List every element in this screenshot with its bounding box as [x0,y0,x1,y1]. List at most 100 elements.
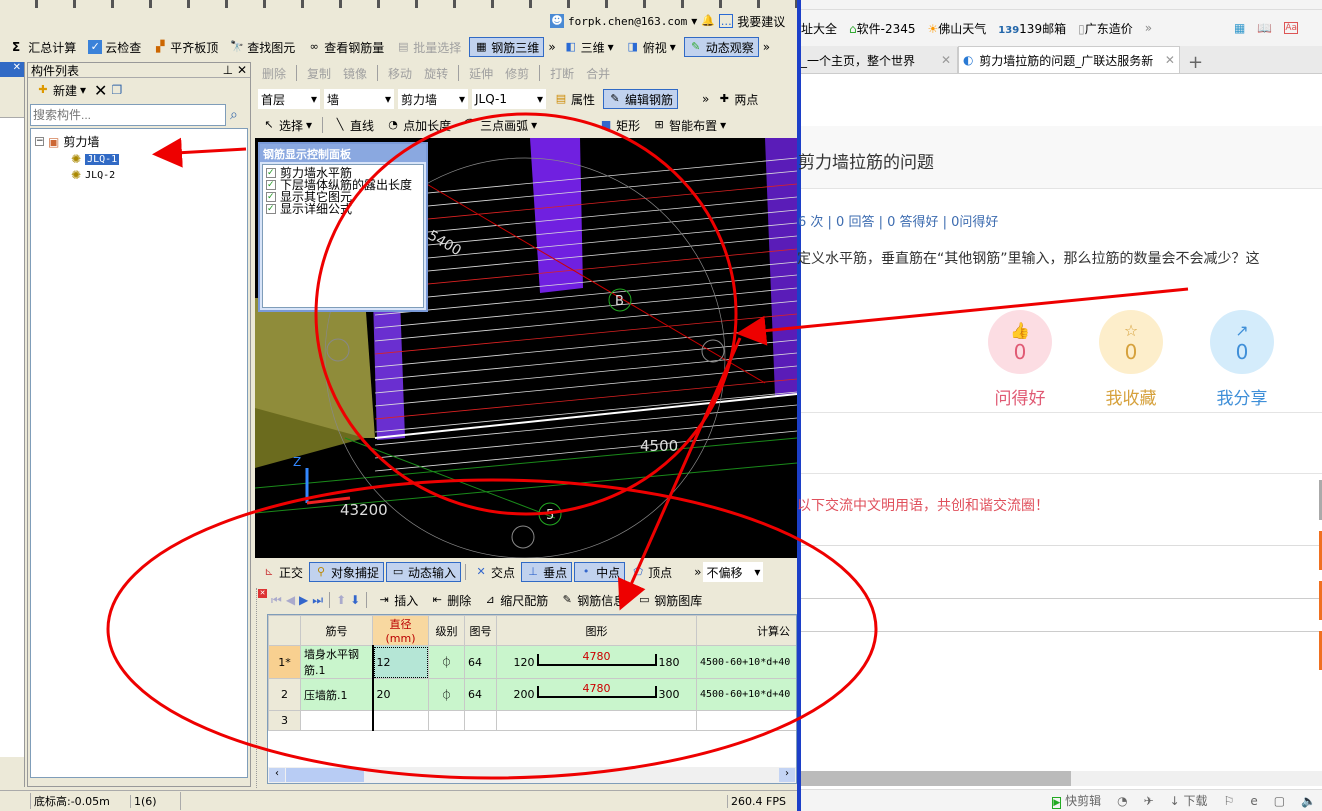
col-header[interactable]: 图形 [496,615,697,646]
user-email[interactable]: forpk.chen@163.com [568,15,687,28]
more-icon[interactable]: » [548,40,555,54]
favorite-circle[interactable]: ☆ 0 [1099,310,1163,374]
table-row[interactable]: 3 [268,710,796,731]
row-index[interactable]: 1* [268,645,301,679]
extend-button[interactable]: 延伸 [465,63,497,83]
col-header[interactable]: 直径(mm) [372,615,429,646]
close-icon[interactable]: ✕ [237,63,247,77]
quick-edit-button[interactable]: ▶ 快剪辑 [1052,792,1101,809]
edit-rebar-button[interactable]: ✎ 编辑钢筋 [603,89,679,109]
cell-grade[interactable]: ⏀ [428,678,465,711]
prev-icon[interactable]: ◀ [286,593,295,607]
copy-button[interactable]: 复制 [303,63,335,83]
action-favorite[interactable]: ☆ 0 我收藏 [1086,310,1176,409]
select-button[interactable]: ↖ 选择 ▾ [258,115,316,135]
point-length-button[interactable]: ◔ 点加长度 [382,115,455,135]
pin-icon[interactable]: ⊥ [223,63,233,77]
table-row[interactable]: 2 压墙筋.1 20 ⏀ 64 200 4780 300 4500-60+10*d+… [268,678,796,711]
break-button[interactable]: 打断 [546,63,578,83]
search-input[interactable] [30,104,226,126]
cell-shape[interactable]: 120 4780 180 [496,645,697,679]
checkbox[interactable]: ✓ [266,180,276,190]
close-icon[interactable]: ✕ [941,53,951,67]
row-index[interactable]: 2 [268,678,301,711]
collapse-icon[interactable]: − [35,137,44,146]
subtype-select[interactable]: 剪力墙 ▾ [398,89,468,109]
new-tab-icon[interactable]: + [1180,52,1211,73]
object-snap-button[interactable]: ⚲ 对象捕捉 [309,562,385,582]
search-icon[interactable]: ⌕ [230,107,238,123]
suggest-link[interactable]: 我要建议 [737,13,785,30]
type-select[interactable]: 墙 ▾ [324,89,394,109]
col-header[interactable]: 级别 [428,615,465,646]
close-icon[interactable]: ✕ [258,589,267,598]
bookmark[interactable]: ⌂软件-2345 [849,20,916,37]
sum-button[interactable]: 汇总计算 [24,37,80,57]
rebar-library-button[interactable]: ▭ 钢筋图库 [633,590,706,610]
cell-diameter[interactable]: 12 [372,645,429,679]
more-icon[interactable]: » [694,565,701,579]
translate-icon[interactable]: Aa [1284,22,1299,34]
cell-shape[interactable] [496,710,697,731]
table-row[interactable]: 1* 墙身水平钢筋.1 12 ⏀ 64 120 4780 180 4500-60+1… [268,645,796,679]
rebar-3d-button[interactable]: ▦ 钢筋三维 [469,37,545,57]
ortho-button[interactable]: ⊾ 正交 [258,562,307,582]
floor-select[interactable]: 首层 ▾ [258,89,320,109]
find-button[interactable]: 🔭 查找图元 [226,37,299,57]
rocket-icon[interactable]: ✈ [1144,794,1154,808]
cell-name[interactable]: 压墙筋.1 [300,678,374,711]
next-icon[interactable]: ▶ [299,593,308,607]
cell-grade[interactable] [428,710,465,731]
bookmark[interactable]: ▯广东造价 [1078,20,1133,37]
cell-figure[interactable] [464,710,497,731]
cell-shape[interactable]: 200 4780 300 [496,678,697,711]
more-icon[interactable]: » [702,92,709,106]
scroll-thumb[interactable] [286,768,364,782]
offset-select[interactable]: 不偏移 ▾ [703,562,764,582]
apps-icon[interactable]: ▦ [1234,21,1245,35]
properties-button[interactable]: ▤ 属性 [550,89,599,109]
rotate-button[interactable]: 旋转 [420,63,452,83]
col-header[interactable]: 图号 [464,615,497,646]
bookmark[interactable]: ☀佛山天气 [928,20,987,37]
cell-diameter[interactable]: 20 [372,678,429,711]
bookmark[interactable]: 139139邮箱 [998,20,1066,37]
cell-formula[interactable]: 4500-60+10*d+40 [696,645,796,679]
arc-button[interactable]: ⌒ 三点画弧 ▾ [459,115,541,135]
address-bar[interactable] [801,0,1322,10]
scroll-right-icon[interactable]: › [779,768,795,782]
col-header[interactable]: 筋号 [300,615,373,646]
tree-item[interactable]: JLQ-2 [85,170,115,181]
3d-viewport[interactable]: 5400 4500 43200 B 5 Z 钢筋显示控制面板 ✓ 剪力墙水平筋 ✓… [255,138,797,558]
checkbox[interactable]: ✓ [266,168,276,178]
close-icon[interactable]: ✕ [13,62,21,73]
close-icon[interactable]: ✕ [1165,53,1175,67]
component-select[interactable]: JLQ-1 ▾ [472,89,546,109]
line-button[interactable]: ╲ 直线 [329,115,378,135]
dropdown-icon[interactable]: ▾ [691,14,697,28]
flag-icon[interactable]: ⚐ [1224,794,1235,808]
checkbox[interactable]: ✓ [266,204,276,214]
share-circle[interactable]: ↗ 0 [1210,310,1274,374]
dynamic-view-button[interactable]: ✎ 动态观察 [683,37,759,57]
col-header[interactable]: 计算公 [696,615,796,646]
cell-diameter[interactable] [372,710,429,731]
horizontal-scrollbar[interactable] [801,771,1322,786]
first-icon[interactable]: ⏮ [271,593,282,608]
cell-name[interactable] [300,710,374,731]
insert-button[interactable]: ⇥ 插入 [373,590,422,610]
window-icon[interactable]: ▢ [1274,794,1285,808]
rebar-info-button[interactable]: ✎ 钢筋信息 [556,590,629,610]
perpendicular-button[interactable]: ⊥ 垂点 [521,562,573,582]
merge-button[interactable]: 合并 [582,63,614,83]
row-index[interactable]: 3 [268,710,301,731]
action-like[interactable]: 👍 0 问得好 [975,310,1065,409]
copy-icon[interactable]: ❐ [111,83,122,97]
scale-rebar-button[interactable]: ⊿ 缩尺配筋 [479,590,552,610]
smart-layout-button[interactable]: ⊞ 智能布置 ▾ [648,115,730,135]
move-button[interactable]: 移动 [384,63,416,83]
more-icon[interactable]: » [1145,21,1152,35]
delete-row-button[interactable]: ⇤ 删除 [426,590,475,610]
cell-name[interactable]: 墙身水平钢筋.1 [300,645,374,679]
tab-active[interactable]: ◐ 剪力墙拉筋的问题_广联达服务新 ✕ [958,46,1180,73]
